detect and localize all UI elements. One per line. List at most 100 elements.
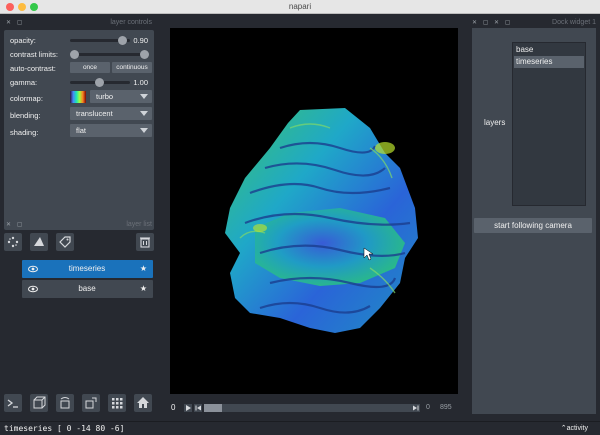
eye-icon[interactable] bbox=[28, 285, 38, 293]
main-area: ✕ ▢ layer controls opacity: 0.90 contras… bbox=[0, 14, 600, 421]
status-bar: timeseries [ 0 -14 80 -6] ⌃activity bbox=[0, 421, 600, 435]
once-button[interactable]: once bbox=[70, 62, 110, 73]
layer-name: timeseries bbox=[68, 264, 106, 273]
layers-listbox[interactable]: base timeseries bbox=[512, 42, 586, 206]
play-button[interactable] bbox=[184, 404, 192, 412]
contrast-label: contrast limits: bbox=[10, 50, 58, 59]
list-item-base[interactable]: base bbox=[514, 44, 584, 56]
dims-slider-track[interactable] bbox=[204, 404, 414, 412]
step-forward-button[interactable] bbox=[412, 404, 420, 412]
colormap-swatch bbox=[70, 91, 86, 103]
dock-widget-title: Dock widget 1 bbox=[552, 19, 596, 26]
grid-button[interactable] bbox=[108, 394, 126, 412]
viewer-buttons bbox=[4, 394, 164, 414]
shapes-icon bbox=[34, 237, 44, 246]
shading-dropdown[interactable]: flat bbox=[70, 124, 152, 137]
blending-dropdown[interactable]: translucent bbox=[70, 107, 152, 120]
opacity-label: opacity: bbox=[10, 36, 36, 45]
console-icon bbox=[7, 399, 18, 408]
opacity-slider[interactable] bbox=[70, 36, 130, 45]
shading-row: shading: flat bbox=[10, 124, 152, 138]
shading-value: flat bbox=[76, 126, 87, 135]
opacity-value: 0.90 bbox=[133, 36, 148, 45]
status-text: timeseries [ 0 -14 80 -6] bbox=[4, 424, 125, 433]
dock-float-icon[interactable]: ✕ ▢ bbox=[6, 19, 24, 26]
layer-item-base[interactable]: base ★ bbox=[22, 280, 153, 298]
activity-label: activity bbox=[566, 425, 588, 432]
transpose-icon bbox=[85, 397, 97, 409]
home-button[interactable] bbox=[134, 394, 152, 412]
contrast-max-handle[interactable] bbox=[140, 50, 149, 59]
layer-name: base bbox=[78, 284, 96, 293]
dock-float-icon[interactable]: ✕ ▢ bbox=[6, 221, 24, 228]
list-item-timeseries[interactable]: timeseries bbox=[514, 56, 584, 68]
trash-icon bbox=[140, 237, 150, 248]
max-frame: 895 bbox=[440, 404, 452, 411]
start-following-camera-button[interactable]: start following camera bbox=[474, 218, 592, 233]
right-dock: ✕ ▢ ✕ ▢ Dock widget 1 layers base timese… bbox=[466, 14, 600, 421]
console-button[interactable] bbox=[4, 394, 22, 412]
brain-surface-render bbox=[225, 108, 418, 333]
layer-controls-title: layer controls bbox=[110, 19, 152, 26]
layer-controls-header: ✕ ▢ layer controls bbox=[4, 17, 154, 29]
ndisplay-button[interactable] bbox=[30, 394, 48, 412]
eye-icon[interactable] bbox=[28, 265, 38, 273]
opacity-slider-handle[interactable] bbox=[118, 36, 127, 45]
auto-contrast-row: auto-contrast: once continuous bbox=[10, 61, 152, 75]
step-forward-icon bbox=[413, 405, 419, 411]
opacity-row: opacity: 0.90 bbox=[10, 33, 150, 47]
chevron-down-icon bbox=[140, 128, 148, 133]
points-icon bbox=[7, 236, 19, 248]
layer-buttons bbox=[4, 233, 154, 253]
continuous-button[interactable]: continuous bbox=[112, 62, 152, 73]
highlight-region bbox=[253, 224, 267, 232]
dock-widget-panel: layers base timeseries start following c… bbox=[472, 28, 596, 414]
tag-icon bbox=[59, 236, 71, 248]
dim-axis-label: 0 bbox=[171, 403, 176, 412]
gamma-value: 1.00 bbox=[133, 78, 148, 87]
auto-contrast-label: auto-contrast: bbox=[10, 64, 56, 73]
highlight-region bbox=[375, 142, 395, 154]
current-frame: 0 bbox=[426, 404, 430, 411]
blending-value: translucent bbox=[76, 109, 113, 118]
dims-slider-handle[interactable] bbox=[204, 404, 222, 412]
new-labels-button[interactable] bbox=[56, 233, 74, 251]
new-points-button[interactable] bbox=[4, 233, 22, 251]
activity-button[interactable]: ⌃activity bbox=[561, 424, 588, 432]
colormap-row: colormap: turbo bbox=[10, 90, 152, 104]
gamma-slider-handle[interactable] bbox=[95, 78, 104, 87]
roll-icon bbox=[60, 397, 70, 409]
star-icon: ★ bbox=[139, 284, 147, 293]
colormap-value: turbo bbox=[96, 92, 114, 101]
delete-layer-button[interactable] bbox=[136, 233, 154, 251]
gamma-slider[interactable] bbox=[70, 78, 130, 87]
viewer-canvas[interactable] bbox=[170, 28, 458, 394]
gamma-label: gamma: bbox=[10, 78, 38, 87]
roll-dims-button[interactable] bbox=[56, 394, 74, 412]
chevron-down-icon bbox=[140, 111, 148, 116]
shading-label: shading: bbox=[10, 128, 39, 137]
colormap-dropdown[interactable]: turbo bbox=[90, 90, 152, 103]
contrast-slider[interactable] bbox=[70, 50, 149, 59]
star-icon: ★ bbox=[139, 264, 147, 273]
colormap-label: colormap: bbox=[10, 94, 43, 103]
contrast-row: contrast limits: bbox=[10, 47, 150, 61]
grid-icon bbox=[112, 398, 123, 409]
step-back-icon bbox=[195, 405, 201, 411]
layer-controls-panel: opacity: 0.90 contrast limits: auto-cont… bbox=[4, 30, 154, 230]
step-back-button[interactable] bbox=[194, 404, 202, 412]
dock-float-icon[interactable]: ✕ ▢ ✕ ▢ bbox=[472, 19, 512, 26]
transpose-button[interactable] bbox=[82, 394, 100, 412]
chevron-down-icon bbox=[140, 94, 148, 99]
layer-list-title: layer list bbox=[126, 221, 152, 228]
layer-list-header: ✕ ▢ layer list bbox=[4, 219, 154, 231]
new-shapes-button[interactable] bbox=[30, 233, 48, 251]
window-title: napari bbox=[288, 2, 312, 11]
home-icon bbox=[137, 397, 149, 408]
dims-slider-bar: 0 0 895 bbox=[168, 401, 460, 415]
contrast-min-handle[interactable] bbox=[70, 50, 79, 59]
layer-item-timeseries[interactable]: timeseries ★ bbox=[22, 260, 153, 278]
blending-row: blending: translucent bbox=[10, 107, 152, 121]
play-icon bbox=[186, 405, 191, 411]
layers-label: layers bbox=[484, 118, 506, 127]
